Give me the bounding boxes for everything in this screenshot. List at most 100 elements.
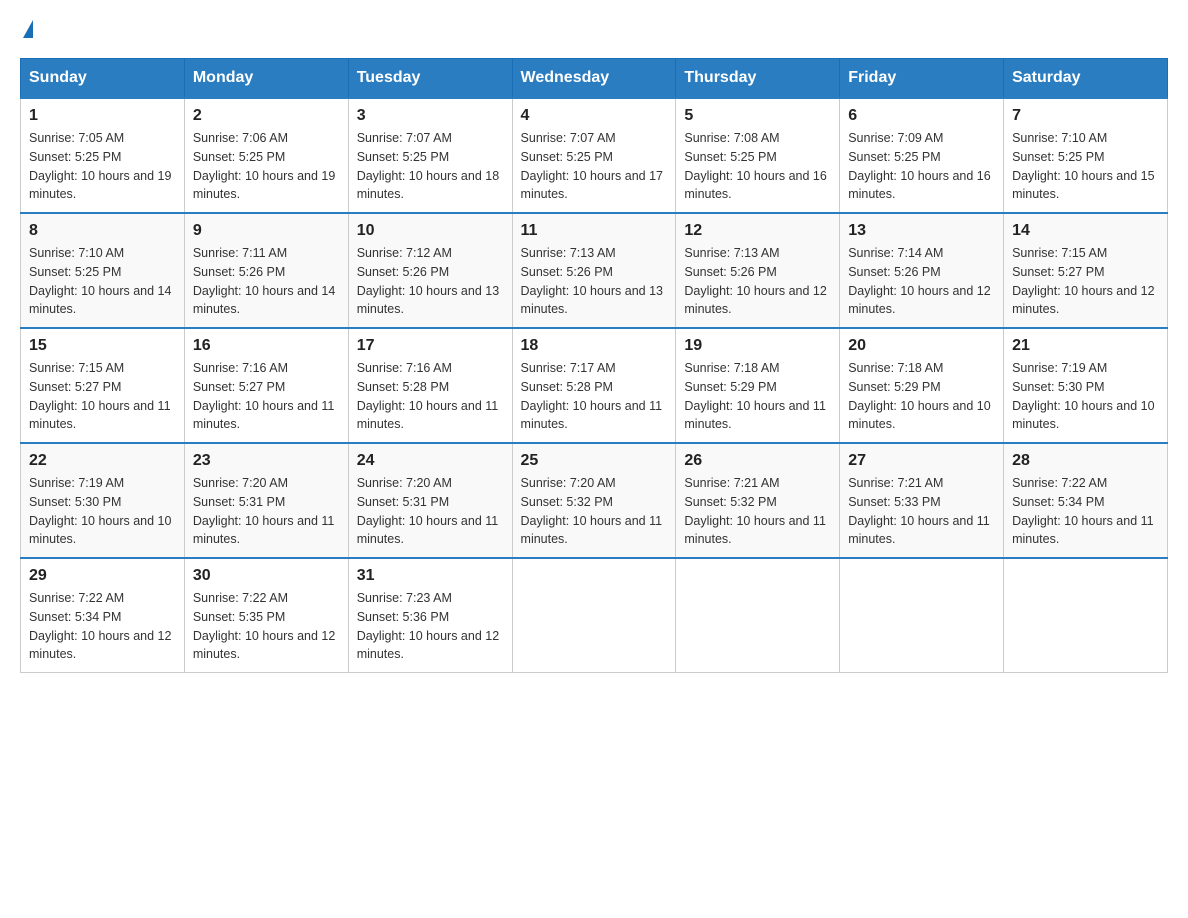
day-info: Sunrise: 7:16 AMSunset: 5:28 PMDaylight:… (357, 359, 504, 434)
day-number: 7 (1012, 107, 1159, 125)
day-number: 26 (684, 452, 831, 470)
day-info: Sunrise: 7:18 AMSunset: 5:29 PMDaylight:… (684, 359, 831, 434)
day-number: 3 (357, 107, 504, 125)
day-info: Sunrise: 7:09 AMSunset: 5:25 PMDaylight:… (848, 129, 995, 204)
empty-cell (676, 558, 840, 673)
day-info: Sunrise: 7:23 AMSunset: 5:36 PMDaylight:… (357, 589, 504, 664)
calendar-day-cell: 8 Sunrise: 7:10 AMSunset: 5:25 PMDaylight… (21, 213, 185, 328)
calendar-header-row: SundayMondayTuesdayWednesdayThursdayFrid… (21, 59, 1168, 99)
day-number: 16 (193, 337, 340, 355)
day-info: Sunrise: 7:10 AMSunset: 5:25 PMDaylight:… (1012, 129, 1159, 204)
day-number: 1 (29, 107, 176, 125)
day-number: 20 (848, 337, 995, 355)
day-info: Sunrise: 7:19 AMSunset: 5:30 PMDaylight:… (1012, 359, 1159, 434)
day-number: 30 (193, 567, 340, 585)
calendar-day-cell: 3 Sunrise: 7:07 AMSunset: 5:25 PMDaylight… (348, 98, 512, 213)
day-number: 19 (684, 337, 831, 355)
day-number: 12 (684, 222, 831, 240)
day-number: 24 (357, 452, 504, 470)
day-number: 28 (1012, 452, 1159, 470)
calendar-week-row: 15Sunrise: 7:15 AMSunset: 5:27 PMDayligh… (21, 328, 1168, 443)
day-info: Sunrise: 7:12 AMSunset: 5:26 PMDaylight:… (357, 244, 504, 319)
calendar-day-cell: 25 Sunrise: 7:20 AMSunset: 5:32 PMDayligh… (512, 443, 676, 558)
column-header-sunday: Sunday (21, 59, 185, 99)
day-info: Sunrise: 7:05 AMSunset: 5:25 PMDaylight:… (29, 129, 176, 204)
day-number: 2 (193, 107, 340, 125)
calendar-table: SundayMondayTuesdayWednesdayThursdayFrid… (20, 58, 1168, 673)
day-number: 23 (193, 452, 340, 470)
day-info: Sunrise: 7:08 AMSunset: 5:25 PMDaylight:… (684, 129, 831, 204)
calendar-day-cell: 24 Sunrise: 7:20 AMSunset: 5:31 PMDayligh… (348, 443, 512, 558)
page-header (20, 20, 1168, 38)
day-info: Sunrise: 7:22 AMSunset: 5:34 PMDaylight:… (1012, 474, 1159, 549)
empty-cell (1004, 558, 1168, 673)
calendar-day-cell: 22 Sunrise: 7:19 AMSunset: 5:30 PMDayligh… (21, 443, 185, 558)
day-info: Sunrise: 7:17 AMSunset: 5:28 PMDaylight:… (521, 359, 668, 434)
empty-cell (840, 558, 1004, 673)
column-header-saturday: Saturday (1004, 59, 1168, 99)
calendar-day-cell: 10 Sunrise: 7:12 AMSunset: 5:26 PMDayligh… (348, 213, 512, 328)
calendar-day-cell: 12 Sunrise: 7:13 AMSunset: 5:26 PMDayligh… (676, 213, 840, 328)
day-info: Sunrise: 7:19 AMSunset: 5:30 PMDaylight:… (29, 474, 176, 549)
calendar-day-cell: 19 Sunrise: 7:18 AMSunset: 5:29 PMDayligh… (676, 328, 840, 443)
day-number: 10 (357, 222, 504, 240)
calendar-day-cell: 16 Sunrise: 7:16 AMSunset: 5:27 PMDayligh… (184, 328, 348, 443)
day-info: Sunrise: 7:10 AMSunset: 5:25 PMDaylight:… (29, 244, 176, 319)
day-info: Sunrise: 7:07 AMSunset: 5:25 PMDaylight:… (521, 129, 668, 204)
calendar-week-row: 8 Sunrise: 7:10 AMSunset: 5:25 PMDaylight… (21, 213, 1168, 328)
logo-triangle-icon (23, 20, 33, 38)
calendar-day-cell: 15Sunrise: 7:15 AMSunset: 5:27 PMDayligh… (21, 328, 185, 443)
day-number: 27 (848, 452, 995, 470)
calendar-day-cell: 23 Sunrise: 7:20 AMSunset: 5:31 PMDayligh… (184, 443, 348, 558)
day-info: Sunrise: 7:13 AMSunset: 5:26 PMDaylight:… (684, 244, 831, 319)
day-info: Sunrise: 7:18 AMSunset: 5:29 PMDaylight:… (848, 359, 995, 434)
day-info: Sunrise: 7:11 AMSunset: 5:26 PMDaylight:… (193, 244, 340, 319)
day-number: 13 (848, 222, 995, 240)
calendar-week-row: 1 Sunrise: 7:05 AMSunset: 5:25 PMDaylight… (21, 98, 1168, 213)
day-number: 5 (684, 107, 831, 125)
column-header-tuesday: Tuesday (348, 59, 512, 99)
calendar-day-cell: 13 Sunrise: 7:14 AMSunset: 5:26 PMDayligh… (840, 213, 1004, 328)
day-number: 21 (1012, 337, 1159, 355)
logo (20, 20, 33, 38)
day-info: Sunrise: 7:21 AMSunset: 5:33 PMDaylight:… (848, 474, 995, 549)
day-number: 9 (193, 222, 340, 240)
day-number: 8 (29, 222, 176, 240)
day-number: 11 (521, 222, 668, 240)
day-info: Sunrise: 7:20 AMSunset: 5:32 PMDaylight:… (521, 474, 668, 549)
calendar-day-cell: 18 Sunrise: 7:17 AMSunset: 5:28 PMDayligh… (512, 328, 676, 443)
day-number: 6 (848, 107, 995, 125)
day-info: Sunrise: 7:13 AMSunset: 5:26 PMDaylight:… (521, 244, 668, 319)
calendar-week-row: 22 Sunrise: 7:19 AMSunset: 5:30 PMDayligh… (21, 443, 1168, 558)
calendar-day-cell: 27 Sunrise: 7:21 AMSunset: 5:33 PMDayligh… (840, 443, 1004, 558)
day-info: Sunrise: 7:07 AMSunset: 5:25 PMDaylight:… (357, 129, 504, 204)
day-info: Sunrise: 7:06 AMSunset: 5:25 PMDaylight:… (193, 129, 340, 204)
calendar-week-row: 29Sunrise: 7:22 AMSunset: 5:34 PMDayligh… (21, 558, 1168, 673)
calendar-day-cell: 6 Sunrise: 7:09 AMSunset: 5:25 PMDaylight… (840, 98, 1004, 213)
day-info: Sunrise: 7:22 AMSunset: 5:35 PMDaylight:… (193, 589, 340, 664)
day-number: 31 (357, 567, 504, 585)
day-info: Sunrise: 7:22 AMSunset: 5:34 PMDaylight:… (29, 589, 176, 664)
column-header-thursday: Thursday (676, 59, 840, 99)
day-info: Sunrise: 7:15 AMSunset: 5:27 PMDaylight:… (29, 359, 176, 434)
day-number: 18 (521, 337, 668, 355)
day-number: 17 (357, 337, 504, 355)
calendar-day-cell: 11 Sunrise: 7:13 AMSunset: 5:26 PMDayligh… (512, 213, 676, 328)
calendar-day-cell: 30 Sunrise: 7:22 AMSunset: 5:35 PMDayligh… (184, 558, 348, 673)
day-info: Sunrise: 7:14 AMSunset: 5:26 PMDaylight:… (848, 244, 995, 319)
calendar-day-cell: 4Sunrise: 7:07 AMSunset: 5:25 PMDaylight… (512, 98, 676, 213)
calendar-day-cell: 26Sunrise: 7:21 AMSunset: 5:32 PMDayligh… (676, 443, 840, 558)
day-info: Sunrise: 7:16 AMSunset: 5:27 PMDaylight:… (193, 359, 340, 434)
calendar-day-cell: 9 Sunrise: 7:11 AMSunset: 5:26 PMDaylight… (184, 213, 348, 328)
calendar-day-cell: 21 Sunrise: 7:19 AMSunset: 5:30 PMDayligh… (1004, 328, 1168, 443)
column-header-friday: Friday (840, 59, 1004, 99)
calendar-day-cell: 31 Sunrise: 7:23 AMSunset: 5:36 PMDayligh… (348, 558, 512, 673)
calendar-day-cell: 7 Sunrise: 7:10 AMSunset: 5:25 PMDaylight… (1004, 98, 1168, 213)
calendar-day-cell: 29Sunrise: 7:22 AMSunset: 5:34 PMDayligh… (21, 558, 185, 673)
day-number: 22 (29, 452, 176, 470)
calendar-day-cell: 5 Sunrise: 7:08 AMSunset: 5:25 PMDaylight… (676, 98, 840, 213)
day-info: Sunrise: 7:20 AMSunset: 5:31 PMDaylight:… (193, 474, 340, 549)
day-info: Sunrise: 7:20 AMSunset: 5:31 PMDaylight:… (357, 474, 504, 549)
column-header-wednesday: Wednesday (512, 59, 676, 99)
day-number: 25 (521, 452, 668, 470)
